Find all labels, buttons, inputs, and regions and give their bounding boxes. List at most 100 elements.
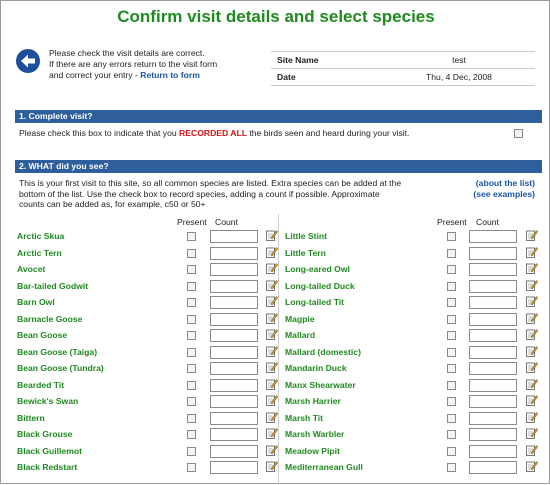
species-count-input[interactable]	[210, 230, 258, 243]
species-present-checkbox[interactable]	[447, 347, 456, 357]
species-present-checkbox[interactable]	[447, 281, 456, 291]
species-present-checkbox[interactable]	[447, 314, 456, 324]
species-count-input[interactable]	[210, 279, 258, 293]
species-count-input[interactable]	[210, 345, 258, 359]
edit-notes-icon[interactable]	[266, 394, 279, 406]
species-count-input[interactable]	[210, 444, 258, 458]
back-arrow-icon[interactable]	[15, 48, 41, 74]
present-column-header-left: Present	[177, 217, 207, 227]
species-name-right: Long-tailed Tit	[285, 297, 345, 307]
species-present-checkbox[interactable]	[187, 248, 196, 258]
species-present-checkbox[interactable]	[447, 430, 456, 439]
edit-notes-icon[interactable]	[526, 279, 539, 291]
species-present-checkbox[interactable]	[447, 463, 456, 472]
species-count-input[interactable]	[469, 461, 517, 474]
edit-notes-icon[interactable]	[266, 378, 279, 390]
edit-notes-icon[interactable]	[526, 460, 539, 472]
species-count-input[interactable]	[469, 246, 517, 260]
species-present-checkbox[interactable]	[187, 232, 196, 241]
complete-visit-checkbox[interactable]	[514, 129, 523, 138]
species-present-checkbox[interactable]	[447, 397, 456, 406]
edit-notes-icon[interactable]	[266, 444, 279, 456]
species-present-checkbox[interactable]	[447, 232, 456, 241]
species-count-input[interactable]	[210, 312, 258, 326]
species-count-input[interactable]	[210, 461, 258, 474]
edit-notes-icon[interactable]	[266, 361, 279, 373]
edit-notes-icon[interactable]	[266, 460, 279, 472]
species-count-input[interactable]	[469, 345, 517, 359]
see-examples-link[interactable]: (see examples)	[473, 189, 535, 199]
species-present-checkbox[interactable]	[187, 265, 196, 274]
species-count-input[interactable]	[469, 230, 517, 243]
species-count-input[interactable]	[210, 378, 258, 392]
species-name-left: Bean Goose (Tundra)	[17, 363, 104, 373]
species-count-input[interactable]	[210, 428, 258, 441]
edit-notes-icon[interactable]	[526, 229, 539, 241]
species-count-input[interactable]	[469, 395, 517, 408]
species-count-input[interactable]	[210, 246, 258, 260]
species-present-checkbox[interactable]	[187, 413, 196, 423]
species-count-input[interactable]	[469, 411, 517, 425]
species-count-input[interactable]	[210, 263, 258, 276]
edit-notes-icon[interactable]	[266, 295, 279, 307]
edit-notes-icon[interactable]	[526, 246, 539, 258]
edit-notes-icon[interactable]	[526, 262, 539, 274]
species-count-input[interactable]	[469, 362, 517, 375]
species-present-checkbox[interactable]	[447, 248, 456, 258]
edit-notes-icon[interactable]	[266, 229, 279, 241]
edit-notes-icon[interactable]	[266, 246, 279, 258]
edit-notes-icon[interactable]	[526, 394, 539, 406]
species-count-input[interactable]	[469, 329, 517, 342]
species-name-left: Bean Goose	[17, 330, 68, 340]
species-present-checkbox[interactable]	[187, 430, 196, 439]
edit-notes-icon[interactable]	[266, 427, 279, 439]
return-to-form-link[interactable]: Return to form	[140, 70, 200, 80]
species-count-input[interactable]	[469, 312, 517, 326]
edit-notes-icon[interactable]	[526, 345, 539, 357]
edit-notes-icon[interactable]	[526, 427, 539, 439]
edit-notes-icon[interactable]	[266, 328, 279, 340]
species-present-checkbox[interactable]	[187, 364, 196, 373]
species-present-checkbox[interactable]	[187, 281, 196, 291]
species-count-input[interactable]	[469, 428, 517, 441]
edit-notes-icon[interactable]	[266, 312, 279, 324]
edit-notes-icon[interactable]	[526, 312, 539, 324]
species-present-checkbox[interactable]	[447, 413, 456, 423]
about-the-list-link[interactable]: (about the list)	[476, 178, 535, 188]
species-count-input[interactable]	[210, 296, 258, 309]
species-count-input[interactable]	[469, 279, 517, 293]
species-present-checkbox[interactable]	[187, 314, 196, 324]
edit-notes-icon[interactable]	[526, 361, 539, 373]
edit-notes-icon[interactable]	[266, 279, 279, 291]
species-present-checkbox[interactable]	[187, 463, 196, 472]
edit-notes-icon[interactable]	[526, 378, 539, 390]
species-count-input[interactable]	[469, 378, 517, 392]
species-present-checkbox[interactable]	[187, 347, 196, 357]
species-present-checkbox[interactable]	[447, 298, 456, 307]
species-present-checkbox[interactable]	[447, 446, 456, 456]
edit-notes-icon[interactable]	[526, 411, 539, 423]
species-count-input[interactable]	[210, 329, 258, 342]
species-present-checkbox[interactable]	[447, 380, 456, 390]
species-count-input[interactable]	[210, 411, 258, 425]
edit-notes-icon[interactable]	[526, 295, 539, 307]
species-present-checkbox[interactable]	[447, 265, 456, 274]
species-present-checkbox[interactable]	[187, 397, 196, 406]
species-count-input[interactable]	[469, 263, 517, 276]
species-present-checkbox[interactable]	[447, 331, 456, 340]
edit-notes-icon[interactable]	[266, 262, 279, 274]
species-present-checkbox[interactable]	[187, 331, 196, 340]
intro-line-3: and correct your entry - Return to form	[49, 70, 259, 81]
species-present-checkbox[interactable]	[187, 380, 196, 390]
species-count-input[interactable]	[469, 296, 517, 309]
species-present-checkbox[interactable]	[447, 364, 456, 373]
species-present-checkbox[interactable]	[187, 298, 196, 307]
edit-notes-icon[interactable]	[266, 411, 279, 423]
edit-notes-icon[interactable]	[526, 328, 539, 340]
species-count-input[interactable]	[469, 444, 517, 458]
species-count-input[interactable]	[210, 362, 258, 375]
species-present-checkbox[interactable]	[187, 446, 196, 456]
edit-notes-icon[interactable]	[526, 444, 539, 456]
edit-notes-icon[interactable]	[266, 345, 279, 357]
species-count-input[interactable]	[210, 395, 258, 408]
